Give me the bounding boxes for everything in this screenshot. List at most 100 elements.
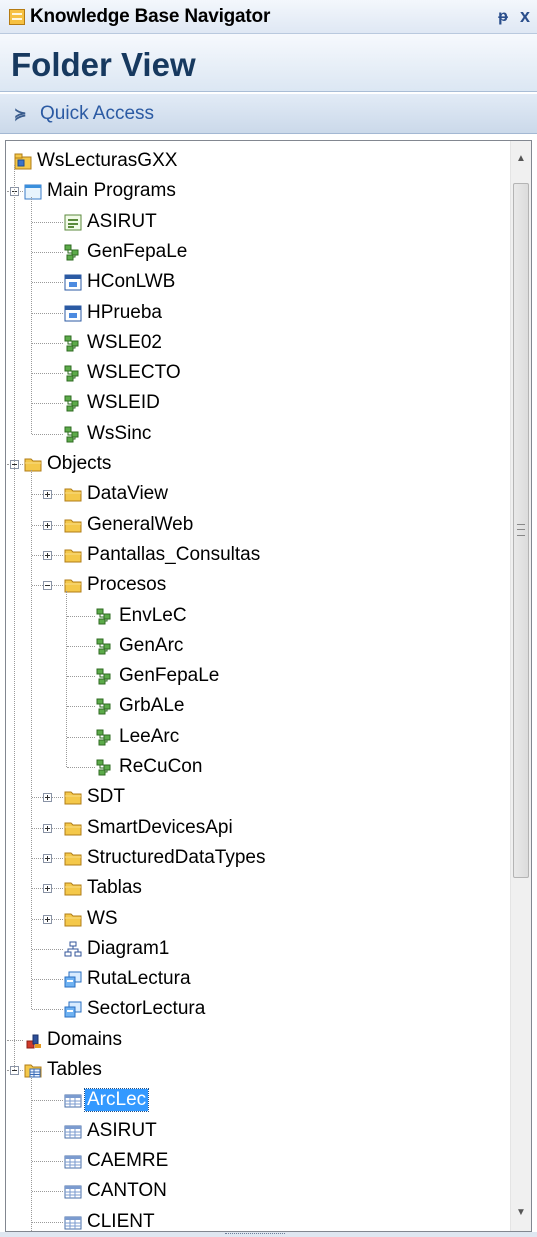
tree-item[interactable]: LeeArc bbox=[6, 722, 506, 752]
procedure-icon bbox=[96, 759, 114, 776]
tree-item[interactable]: WSLEID bbox=[6, 388, 506, 418]
transaction-icon bbox=[64, 1001, 82, 1018]
folder-icon bbox=[64, 850, 82, 867]
tree-item[interactable]: ASIRUT bbox=[6, 207, 506, 237]
kb-root-icon bbox=[14, 153, 32, 170]
expand-plus-icon[interactable] bbox=[43, 490, 52, 500]
panel-resize-grip[interactable] bbox=[0, 1232, 537, 1237]
procedure-icon bbox=[96, 668, 114, 685]
tree-item[interactable]: CANTON bbox=[6, 1176, 506, 1206]
tree-item[interactable]: ArcLec bbox=[6, 1085, 506, 1115]
tree-item-label: WSLECTO bbox=[87, 362, 181, 384]
tree-item-label: ArcLec bbox=[83, 1088, 150, 1113]
tree-item[interactable]: GenFepaLe bbox=[6, 661, 506, 691]
tree-item[interactable]: Pantallas_Consultas bbox=[6, 540, 506, 570]
tree-item[interactable]: Tables bbox=[6, 1055, 506, 1085]
tree-item-label: Procesos bbox=[87, 574, 167, 596]
folder-icon bbox=[64, 486, 82, 503]
tree-item[interactable]: CLIENT bbox=[6, 1207, 506, 1231]
expand-plus-icon[interactable] bbox=[43, 520, 52, 530]
expand-plus-icon[interactable] bbox=[43, 793, 52, 803]
tree-item[interactable]: Procesos bbox=[6, 570, 506, 600]
quick-access-bar[interactable]: ≽ Quick Access bbox=[0, 94, 537, 134]
tree-item[interactable]: WsLecturasGXX bbox=[6, 146, 506, 176]
vertical-scrollbar[interactable]: ▲ ▼ bbox=[510, 141, 531, 1231]
procedure-icon bbox=[64, 395, 82, 412]
tree-item[interactable]: GenArc bbox=[6, 631, 506, 661]
tree-item-label: RutaLectura bbox=[87, 968, 191, 990]
table-icon bbox=[64, 1123, 82, 1140]
procedure-icon bbox=[64, 335, 82, 352]
tables-folder-icon bbox=[24, 1062, 42, 1079]
tree-item[interactable]: EnvLeC bbox=[6, 601, 506, 631]
tree-item[interactable]: ReCuCon bbox=[6, 752, 506, 782]
tree-item-label: GenFepaLe bbox=[87, 240, 188, 262]
tree-item-label: GenArc bbox=[119, 634, 184, 656]
tree-item-label: Pantallas_Consultas bbox=[87, 543, 261, 565]
window-icon bbox=[64, 274, 82, 291]
folder-icon bbox=[64, 547, 82, 564]
window-icon bbox=[64, 305, 82, 322]
folder-view-header: Folder View bbox=[0, 34, 537, 92]
tree-item-label: SectorLectura bbox=[87, 998, 206, 1020]
tree-item[interactable]: GeneralWeb bbox=[6, 510, 506, 540]
tree-item[interactable]: HPrueba bbox=[6, 298, 506, 328]
tree-item[interactable]: CAEMRE bbox=[6, 1146, 506, 1176]
tree-item[interactable]: WSLECTO bbox=[6, 358, 506, 388]
tree-item-label: Domains bbox=[47, 1028, 122, 1050]
tree-item-label: Tablas bbox=[87, 877, 142, 899]
scroll-down-arrow-icon[interactable]: ▼ bbox=[511, 1203, 531, 1223]
tree-connector bbox=[14, 165, 15, 1070]
folder-icon bbox=[64, 517, 82, 534]
tree-item-label: WSLE02 bbox=[87, 331, 162, 353]
tree-item-label: Tables bbox=[47, 1059, 102, 1080]
tree-item[interactable]: HConLWB bbox=[6, 267, 506, 297]
tree-item[interactable]: SectorLectura bbox=[6, 994, 506, 1024]
tree-item[interactable]: Diagram1 bbox=[6, 934, 506, 964]
expand-plus-icon[interactable] bbox=[43, 550, 52, 560]
tree-item[interactable]: RutaLectura bbox=[6, 964, 506, 994]
tree-item[interactable]: WsSinc bbox=[6, 419, 506, 449]
scrollbar-thumb[interactable] bbox=[513, 183, 529, 878]
tree-item-label: Main Programs bbox=[47, 180, 176, 202]
tree-item-label: ASIRUT bbox=[87, 1119, 157, 1141]
expand-plus-icon[interactable] bbox=[43, 853, 52, 863]
tree-item-label: CANTON bbox=[87, 1180, 167, 1202]
tree-item[interactable]: SmartDevicesApi bbox=[6, 813, 506, 843]
collapse-minus-icon[interactable] bbox=[43, 581, 52, 591]
tree-connector bbox=[66, 591, 67, 767]
expand-plus-icon[interactable] bbox=[43, 823, 52, 833]
tree-item[interactable]: StructuredDataTypes bbox=[6, 843, 506, 873]
tree-item[interactable]: Main Programs bbox=[6, 176, 506, 206]
tree-item[interactable]: Objects bbox=[6, 449, 506, 479]
expand-plus-icon[interactable] bbox=[43, 914, 52, 924]
panel-title-bar: Knowledge Base Navigator ᵽ x bbox=[0, 0, 537, 34]
procedure-icon bbox=[96, 638, 114, 655]
tree-item[interactable]: GenFepaLe bbox=[6, 237, 506, 267]
quick-access-label[interactable]: Quick Access bbox=[40, 103, 154, 125]
procedure-icon bbox=[96, 729, 114, 746]
table-icon bbox=[64, 1214, 82, 1231]
tree-panel: WsLecturasGXX Main Programs ASIRUT GenFepaL… bbox=[5, 140, 532, 1232]
folder-icon bbox=[64, 820, 82, 837]
folder-icon bbox=[64, 789, 82, 806]
tree-item[interactable]: WSLE02 bbox=[6, 328, 506, 358]
tree-item-label: GrbALe bbox=[119, 695, 185, 717]
tree-item[interactable]: SDT bbox=[6, 782, 506, 812]
tree-item[interactable]: Domains bbox=[6, 1025, 506, 1055]
pin-icon[interactable]: ᵽ bbox=[493, 8, 513, 26]
tree-item-label: ReCuCon bbox=[119, 756, 203, 777]
folder-icon bbox=[64, 911, 82, 928]
tree-item-label: GeneralWeb bbox=[87, 513, 194, 535]
chevron-down-icon[interactable]: ≽ bbox=[14, 105, 32, 123]
expand-plus-icon[interactable] bbox=[43, 884, 52, 894]
close-icon[interactable]: x bbox=[513, 6, 537, 27]
table-icon bbox=[64, 1153, 82, 1170]
tree-item[interactable]: ASIRUT bbox=[6, 1116, 506, 1146]
tree-item[interactable]: Tablas bbox=[6, 873, 506, 903]
tree-item[interactable]: WS bbox=[6, 904, 506, 934]
domains-icon bbox=[24, 1032, 42, 1049]
scroll-up-arrow-icon[interactable]: ▲ bbox=[511, 149, 531, 169]
tree-item[interactable]: DataView bbox=[6, 479, 506, 509]
tree-item[interactable]: GrbALe bbox=[6, 691, 506, 721]
